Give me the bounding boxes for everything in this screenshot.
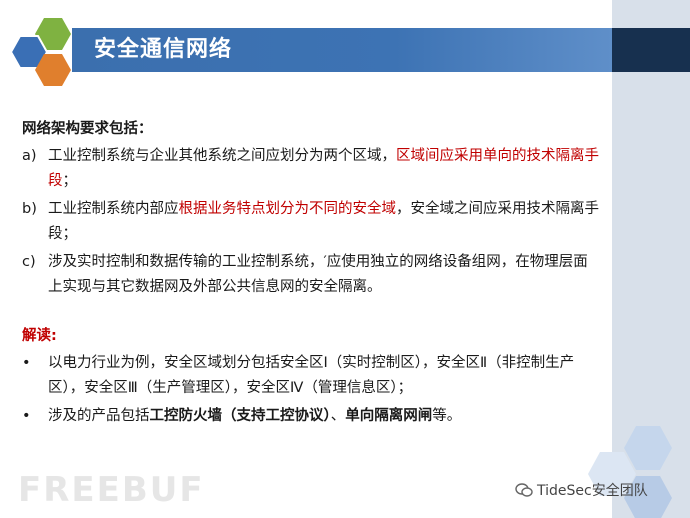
list-item-text: 工业控制系统与企业其他系统之间应划分为两个区域，区域间应采用单向的技术隔离手段； bbox=[48, 144, 602, 194]
deco-hex-1 bbox=[624, 426, 672, 470]
text-segment: 工业控制系统内部应 bbox=[48, 201, 179, 217]
text-segment: 、 bbox=[330, 408, 346, 424]
hexagon-logo-icon bbox=[9, 18, 71, 86]
wechat-icon bbox=[515, 483, 533, 497]
title-bar-dark-end bbox=[612, 28, 690, 72]
wechat-watermark: TideSec安全团队 bbox=[515, 480, 648, 500]
bold-text: 单向隔离网闸 bbox=[345, 408, 433, 424]
list-marker: b) bbox=[22, 201, 37, 217]
list-marker: c) bbox=[22, 254, 36, 270]
list-item-text: 以电力行业为例，安全区域划分包括安全区Ⅰ（实时控制区），安全区Ⅱ（非控制生产区）… bbox=[48, 351, 602, 401]
list-item: b) 工业控制系统内部应根据业务特点划分为不同的安全域，安全域之间应采用技术隔离手… bbox=[22, 197, 602, 247]
text-segment: 等。 bbox=[432, 408, 462, 424]
bold-text: 工控防火墙（支持工控协议） bbox=[149, 408, 331, 424]
list-item-text: 涉及的产品包括工控防火墙（支持工控协议）、单向隔离网闸等。 bbox=[48, 404, 602, 429]
text-segment: ； bbox=[62, 173, 78, 189]
text-segment: 涉及的产品包括 bbox=[48, 408, 150, 424]
highlighted-text: 根据业务特点划分为不同的安全域 bbox=[178, 201, 397, 217]
section2-list: • 以电力行业为例，安全区域划分包括安全区Ⅰ（实时控制区），安全区Ⅱ（非控制生产区… bbox=[22, 351, 602, 429]
list-item: • 涉及的产品包括工控防火墙（支持工控协议）、单向隔离网闸等。 bbox=[22, 404, 602, 429]
text-segment: 以电力行业为例，安全区域划分包括安全区Ⅰ（实时控制区），安全区Ⅱ（非控制生产区）… bbox=[48, 355, 575, 396]
list-marker: • bbox=[22, 408, 31, 424]
list-item: c) 涉及实时控制和数据传输的工业控制系统，′应使用独立的网络设备组网，在物理层面… bbox=[22, 250, 602, 300]
section1-list: a) 工业控制系统与企业其他系统之间应划分为两个区域，区域间应采用单向的技术隔离手… bbox=[22, 144, 602, 300]
slide-title: 安全通信网络 bbox=[94, 37, 233, 62]
text-segment: 涉及实时控制和数据传输的工业控制系统，′应使用独立的网络设备组网，在物理层面上实… bbox=[48, 254, 588, 295]
section2-heading: 解读: bbox=[22, 328, 57, 344]
list-item-text: 涉及实时控制和数据传输的工业控制系统，′应使用独立的网络设备组网，在物理层面上实… bbox=[48, 250, 602, 300]
list-marker: a) bbox=[22, 148, 37, 164]
section1-heading: 网络架构要求包括： bbox=[22, 121, 153, 137]
list-item-text: 工业控制系统内部应根据业务特点划分为不同的安全域，安全域之间应采用技术隔离手段； bbox=[48, 197, 602, 247]
freebuf-watermark: FREEBUF bbox=[18, 470, 205, 510]
list-marker: • bbox=[22, 355, 31, 371]
wechat-account-name: TideSec安全团队 bbox=[537, 483, 648, 499]
list-item: a) 工业控制系统与企业其他系统之间应划分为两个区域，区域间应采用单向的技术隔离手… bbox=[22, 144, 602, 194]
list-item: • 以电力行业为例，安全区域划分包括安全区Ⅰ（实时控制区），安全区Ⅱ（非控制生产区… bbox=[22, 351, 602, 401]
slide-content: 网络架构要求包括： a) 工业控制系统与企业其他系统之间应划分为两个区域，区域间应… bbox=[22, 118, 602, 432]
decorative-hexagons-icon bbox=[588, 426, 672, 518]
text-segment: 工业控制系统与企业其他系统之间应划分为两个区域， bbox=[48, 148, 396, 164]
